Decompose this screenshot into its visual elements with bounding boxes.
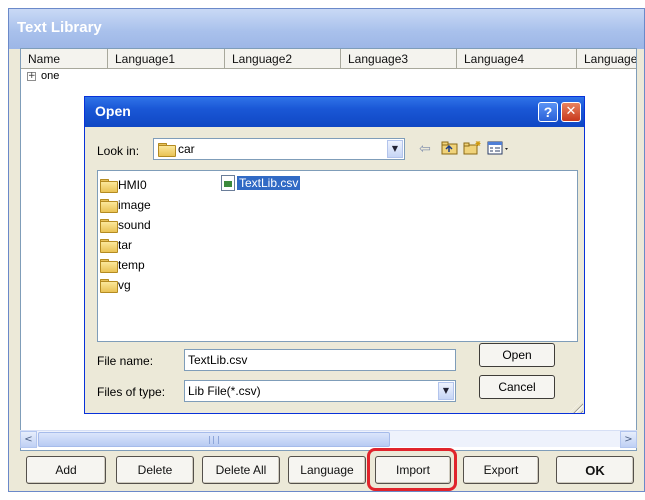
look-in-value: car (178, 142, 195, 156)
folder-icon (100, 279, 118, 293)
file-name-input[interactable]: TextLib.csv (184, 349, 456, 371)
folder-label: vg (118, 278, 131, 292)
language-button[interactable]: Language (288, 456, 366, 484)
view-menu-icon[interactable] (487, 140, 511, 158)
look-in-label: Look in: (97, 144, 140, 158)
dialog-title: Open (95, 103, 131, 119)
folder-item-vg[interactable]: vg (100, 276, 131, 294)
file-type-value: Lib File(*.csv) (188, 384, 261, 398)
main-window-title: Text Library (17, 19, 102, 36)
folder-icon (100, 239, 118, 253)
resize-grip-icon[interactable] (569, 399, 583, 413)
horizontal-scrollbar[interactable]: < > (20, 430, 637, 448)
ok-button[interactable]: OK (556, 456, 634, 484)
folder-icon (100, 219, 118, 233)
export-button[interactable]: Export (463, 456, 539, 484)
open-file-dialog: Open ? ✕ Look in: car ▼ ⇦ HMI0 image sou… (84, 96, 585, 414)
folder-icon (100, 259, 118, 273)
delete-button[interactable]: Delete (116, 456, 194, 484)
scrollbar-thumb[interactable] (38, 432, 390, 447)
file-name-label: File name: (97, 354, 154, 368)
file-item-textlib[interactable]: TextLib.csv (221, 174, 301, 192)
column-header-language4[interactable]: Language4 (457, 49, 577, 69)
folder-label: sound (118, 218, 151, 232)
folder-icon (100, 199, 118, 213)
folder-label: HMI0 (118, 178, 147, 192)
folder-item-hmi0[interactable]: HMI0 (100, 176, 147, 194)
folder-item-tar[interactable]: tar (100, 236, 132, 254)
scroll-left-arrow-icon[interactable]: < (20, 431, 37, 448)
column-header-language5[interactable]: Language (577, 49, 636, 69)
main-titlebar[interactable]: Text Library (9, 9, 644, 49)
back-arrow-icon[interactable]: ⇦ (419, 140, 431, 158)
file-type-label: Files of type: (97, 385, 166, 399)
file-type-dropdown[interactable]: Lib File(*.csv) ▼ (184, 380, 456, 402)
folder-item-sound[interactable]: sound (100, 216, 151, 234)
new-folder-icon[interactable] (463, 140, 483, 158)
file-list[interactable]: HMI0 image sound tar temp vg TextLib.csv (97, 170, 578, 342)
help-button[interactable]: ? (538, 102, 558, 122)
chevron-down-icon[interactable]: ▼ (438, 382, 454, 400)
folder-icon (100, 179, 118, 193)
folder-item-image[interactable]: image (100, 196, 151, 214)
grid-header: Name Language1 Language2 Language3 Langu… (21, 49, 636, 69)
delete-all-button[interactable]: Delete All (202, 456, 280, 484)
import-highlight-box (367, 448, 457, 491)
folder-icon (158, 143, 176, 157)
column-header-language1[interactable]: Language1 (108, 49, 225, 69)
column-header-language2[interactable]: Language2 (225, 49, 341, 69)
csv-file-icon (221, 175, 235, 191)
column-header-language3[interactable]: Language3 (341, 49, 457, 69)
look-in-dropdown[interactable]: car ▼ (153, 138, 405, 160)
column-header-name[interactable]: Name (21, 49, 108, 69)
folder-label: tar (118, 238, 133, 252)
dialog-titlebar[interactable]: Open ? ✕ (85, 97, 584, 127)
chevron-down-icon[interactable]: ▼ (387, 140, 403, 158)
tree-item-label[interactable]: one (41, 70, 59, 82)
scroll-right-arrow-icon[interactable]: > (620, 431, 637, 448)
open-button[interactable]: Open (479, 343, 555, 367)
file-label-selected: TextLib.csv (237, 176, 301, 190)
folder-label: temp (118, 258, 145, 272)
expand-toggle[interactable]: + (27, 72, 36, 81)
folder-label: image (118, 198, 151, 212)
thumb-grip-icon (209, 436, 219, 444)
add-button[interactable]: Add (26, 456, 106, 484)
cancel-button[interactable]: Cancel (479, 375, 555, 399)
up-folder-icon[interactable] (441, 140, 459, 158)
folder-item-temp[interactable]: temp (100, 256, 145, 274)
close-icon[interactable]: ✕ (561, 102, 581, 122)
